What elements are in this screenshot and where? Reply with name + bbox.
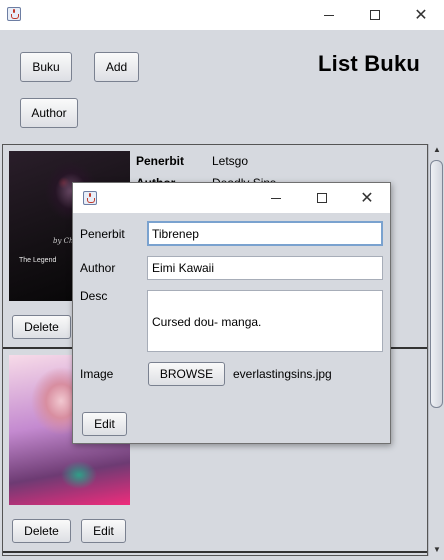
- minimize-button[interactable]: [306, 0, 352, 30]
- author-label: Author: [80, 261, 116, 275]
- minimize-icon: [271, 197, 281, 199]
- scroll-thumb[interactable]: [430, 160, 443, 408]
- penerbit-input[interactable]: Tibrenep: [147, 221, 383, 246]
- scroll-down-arrow-icon[interactable]: ▼: [431, 544, 443, 556]
- image-filename: everlastingsins.jpg: [233, 367, 332, 381]
- cover-caption: The Legend: [19, 257, 57, 264]
- author-input[interactable]: Eimi Kawaii: [147, 256, 383, 280]
- maximize-icon: [370, 10, 380, 20]
- scroll-up-arrow-icon[interactable]: ▲: [431, 144, 443, 156]
- list-scrollbar[interactable]: ▲ ▼: [428, 144, 444, 556]
- delete-button[interactable]: Delete: [12, 519, 71, 543]
- penerbit-value: Letsgo: [212, 154, 249, 168]
- maximize-icon: [317, 193, 327, 203]
- close-icon: ✕: [360, 188, 374, 207]
- minimize-icon: [324, 14, 334, 16]
- dialog-title-bar: ✕: [73, 183, 390, 213]
- penerbit-label: Penerbit: [80, 227, 125, 241]
- java-app-icon: [7, 7, 21, 21]
- penerbit-label: Penerbit: [136, 154, 185, 168]
- dialog-close-button[interactable]: ✕: [344, 183, 390, 213]
- page-title: List Buku: [318, 51, 421, 76]
- buku-button[interactable]: Buku: [20, 52, 72, 82]
- edit-book-dialog: ✕ Penerbit Tibrenep Author Eimi Kawaii D…: [72, 182, 391, 444]
- author-button[interactable]: Author: [20, 98, 78, 128]
- dialog-edit-button[interactable]: Edit: [82, 412, 127, 436]
- desc-label: Desc: [80, 289, 108, 303]
- close-icon: ✕: [414, 5, 428, 24]
- java-app-icon: [83, 191, 97, 205]
- close-button[interactable]: ✕: [398, 0, 444, 30]
- main-title-bar: ✕: [0, 0, 444, 30]
- dialog-maximize-button[interactable]: [299, 183, 345, 213]
- desc-textarea[interactable]: Cursed dou- manga.: [147, 290, 383, 352]
- delete-button[interactable]: Delete: [12, 315, 71, 339]
- image-label: Image: [80, 367, 114, 381]
- dialog-minimize-button[interactable]: [253, 183, 299, 213]
- add-button[interactable]: Add: [94, 52, 139, 82]
- maximize-button[interactable]: [352, 0, 398, 30]
- edit-button[interactable]: Edit: [81, 519, 126, 543]
- browse-button[interactable]: BROWSE: [148, 362, 225, 386]
